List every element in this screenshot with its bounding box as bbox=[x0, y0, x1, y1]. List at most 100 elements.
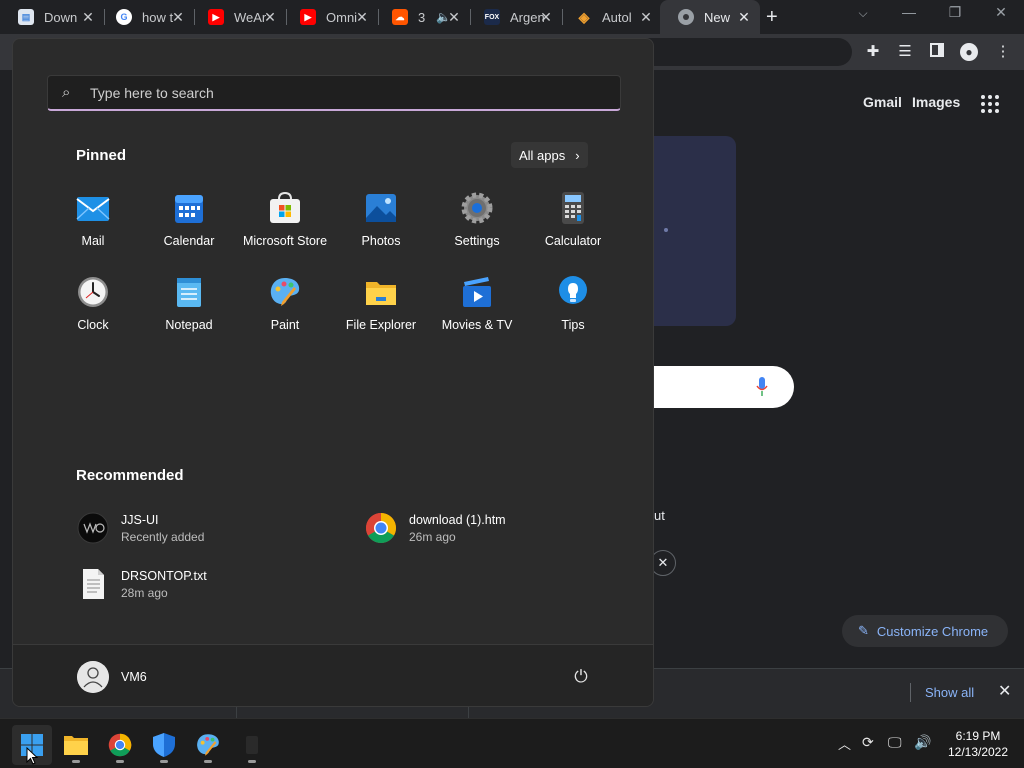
show-hidden-icons-chevron[interactable]: ︿ bbox=[838, 734, 851, 753]
side-panel-icon[interactable] bbox=[928, 43, 946, 61]
photos-icon bbox=[364, 191, 398, 225]
start-footer: VM6 ⏻ bbox=[13, 644, 653, 706]
volume-icon[interactable]: 🔊 bbox=[914, 734, 931, 751]
app-logo-icon bbox=[77, 512, 109, 544]
images-link[interactable]: Images bbox=[912, 94, 960, 110]
taskbar-chrome[interactable] bbox=[100, 725, 140, 765]
pinned-app-notepad[interactable]: Notepad bbox=[141, 275, 237, 345]
close-tab-icon[interactable]: ✕ bbox=[170, 9, 186, 26]
soundcloud-icon: ☁ bbox=[392, 9, 408, 25]
youtube-icon: ▶ bbox=[208, 9, 224, 25]
shield-icon bbox=[153, 733, 175, 757]
close-tab-icon[interactable]: ✕ bbox=[354, 9, 370, 26]
sync-icon[interactable]: ⟳ bbox=[862, 734, 874, 751]
microphone-icon[interactable] bbox=[756, 377, 768, 397]
close-tab-icon[interactable]: ✕ bbox=[80, 9, 96, 26]
recommended-heading: Recommended bbox=[76, 467, 184, 484]
tab-search-icon[interactable]: ⌵ bbox=[840, 6, 886, 21]
taskbar: ︿ ⟳ 🖵 🔊 6:19 PM 12/13/2022 bbox=[0, 718, 1024, 768]
pinned-app-clock[interactable]: Clock bbox=[45, 275, 141, 345]
new-tab-button[interactable]: + bbox=[766, 6, 778, 29]
pinned-heading: Pinned bbox=[76, 147, 127, 164]
paint-icon bbox=[268, 275, 302, 309]
close-tab-icon[interactable]: ✕ bbox=[446, 9, 462, 26]
recommended-item[interactable]: download (1).htm 26m ago bbox=[365, 508, 506, 548]
calculator-icon bbox=[556, 191, 590, 225]
youtube-icon: ▶ bbox=[300, 9, 316, 25]
close-tab-icon[interactable]: ✕ bbox=[538, 9, 554, 26]
document-icon: ▤ bbox=[18, 9, 34, 25]
notepad-icon bbox=[172, 275, 206, 309]
power-icon[interactable]: ⏻ bbox=[569, 665, 593, 689]
browser-tab[interactable]: ◈ Autol ✕ bbox=[558, 0, 662, 34]
chrome-icon bbox=[365, 512, 397, 544]
chrome-icon bbox=[678, 9, 694, 25]
close-tab-icon[interactable]: ✕ bbox=[638, 9, 654, 26]
pinned-app-file-explorer[interactable]: File Explorer bbox=[333, 275, 429, 345]
extensions-icon[interactable]: ✚ bbox=[864, 43, 882, 61]
user-avatar-icon[interactable] bbox=[77, 661, 109, 693]
pinned-app-calculator[interactable]: Calculator bbox=[525, 191, 621, 261]
calendar-icon bbox=[172, 191, 206, 225]
mail-icon bbox=[76, 191, 110, 225]
restore-button[interactable]: ❐ bbox=[932, 4, 978, 21]
system-clock[interactable]: 6:19 PM 12/13/2022 bbox=[938, 728, 1018, 760]
pinned-app-photos[interactable]: Photos bbox=[333, 191, 429, 261]
close-downloads-icon[interactable]: ✕ bbox=[998, 681, 1011, 701]
autodesk-icon: ◈ bbox=[578, 8, 590, 25]
recommended-item[interactable]: DRSONTOP.txt 28m ago bbox=[77, 564, 207, 604]
movies-icon bbox=[460, 275, 494, 309]
gmail-link[interactable]: Gmail bbox=[863, 94, 902, 110]
pinned-app-calendar[interactable]: Calendar bbox=[141, 191, 237, 261]
close-tab-icon[interactable]: ✕ bbox=[736, 9, 752, 26]
taskbar-security[interactable] bbox=[144, 725, 184, 765]
pencil-icon: ✎ bbox=[858, 623, 869, 638]
browser-tab[interactable]: G how t ✕ bbox=[98, 0, 194, 34]
start-menu: ⌕ Pinned All apps › Mail Calendar Micros… bbox=[12, 38, 654, 707]
google-icon: G bbox=[116, 9, 132, 25]
folder-icon bbox=[364, 275, 398, 309]
start-search-box[interactable]: ⌕ bbox=[47, 75, 621, 111]
store-icon bbox=[268, 191, 302, 225]
browser-tab[interactable]: ▶ Omni ✕ bbox=[282, 0, 378, 34]
pinned-app-paint[interactable]: Paint bbox=[237, 275, 333, 345]
all-apps-button[interactable]: All apps › bbox=[511, 142, 588, 168]
clock-icon bbox=[76, 275, 110, 309]
customize-chrome-button[interactable]: ✎ Customize Chrome bbox=[842, 615, 1008, 647]
browser-tab[interactable]: ▶ WeAr ✕ bbox=[190, 0, 286, 34]
network-icon[interactable]: 🖵 bbox=[888, 734, 902, 751]
taskbar-paint[interactable] bbox=[188, 725, 228, 765]
browser-tab[interactable]: FOX Argen ✕ bbox=[466, 0, 562, 34]
more-menu-icon[interactable]: ⋮ bbox=[994, 43, 1012, 61]
pinned-app-tips[interactable]: Tips bbox=[525, 275, 621, 345]
pinned-app-mail[interactable]: Mail bbox=[45, 191, 141, 261]
tips-icon bbox=[556, 275, 590, 309]
text-file-icon bbox=[77, 568, 109, 600]
close-window-button[interactable]: ✕ bbox=[978, 4, 1024, 21]
profile-icon[interactable]: ● bbox=[960, 43, 978, 61]
pinned-app-settings[interactable]: Settings bbox=[429, 191, 525, 261]
start-button[interactable] bbox=[12, 725, 52, 765]
minimize-button[interactable]: — bbox=[886, 4, 932, 20]
folder-icon bbox=[64, 736, 88, 755]
taskbar-file-explorer[interactable] bbox=[56, 725, 96, 765]
pinned-app-store[interactable]: Microsoft Store bbox=[237, 191, 333, 261]
apps-grid-icon[interactable] bbox=[980, 94, 1000, 114]
browser-tab[interactable]: ▤ Down ✕ bbox=[0, 0, 104, 34]
start-search-input[interactable] bbox=[90, 84, 570, 101]
fox-icon: FOX bbox=[484, 9, 500, 25]
media-controls-icon[interactable]: ☰ bbox=[896, 43, 914, 61]
mouse-cursor-icon bbox=[26, 747, 38, 765]
close-tab-icon[interactable]: ✕ bbox=[262, 9, 278, 26]
browser-tab[interactable]: ☁ 3 🔈 ✕ bbox=[374, 0, 470, 34]
browser-tab-active[interactable]: New ✕ bbox=[660, 0, 760, 34]
recommended-item[interactable]: JJS-UI Recently added bbox=[77, 508, 204, 548]
user-name[interactable]: VM6 bbox=[121, 670, 147, 684]
taskbar-app[interactable] bbox=[232, 725, 272, 765]
partial-text: ut bbox=[654, 508, 665, 523]
pinned-app-movies-tv[interactable]: Movies & TV bbox=[429, 275, 525, 345]
chevron-right-icon: › bbox=[575, 147, 580, 163]
doodle-image[interactable] bbox=[640, 136, 736, 326]
search-icon: ⌕ bbox=[62, 84, 71, 101]
show-all-downloads-button[interactable]: Show all bbox=[910, 683, 980, 702]
